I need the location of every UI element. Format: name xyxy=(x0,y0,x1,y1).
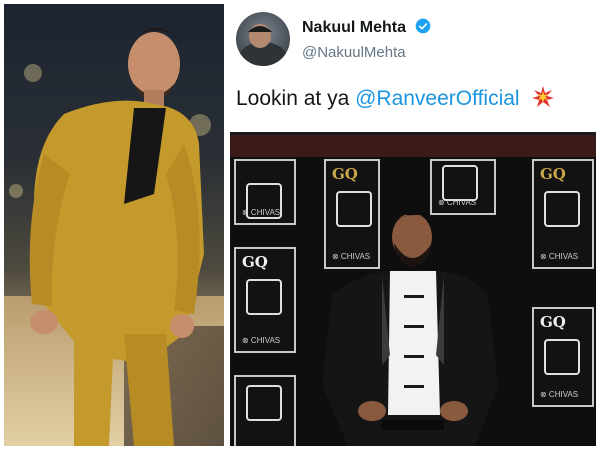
tweet-card: Nakuul Mehta @NakuulMehta Lookin at ya @… xyxy=(230,4,596,446)
gq-backdrop-panel: GQ ⊗ CHIVAS xyxy=(532,307,594,407)
mention-link[interactable]: @RanveerOfficial xyxy=(355,87,520,110)
tweet-text: Lookin at ya @RanveerOfficial xyxy=(236,85,555,111)
gq-logo-text: GQ xyxy=(332,165,358,183)
gq-logo-text: GQ xyxy=(540,165,566,183)
gq-backdrop-panel: GQ ⊗ CHIVAS xyxy=(532,159,594,269)
man-in-black-suit xyxy=(322,215,498,446)
media-top-strip xyxy=(230,135,596,157)
men-of-the-year-logo xyxy=(246,385,282,421)
collision-sparkle-icon xyxy=(532,86,555,107)
man-in-mustard-suit xyxy=(29,27,204,446)
avatar[interactable] xyxy=(236,12,290,66)
men-of-the-year-logo xyxy=(442,165,478,201)
men-of-the-year-logo xyxy=(544,191,580,227)
verified-badge-icon xyxy=(416,18,431,34)
chivas-logo-text: ⊗ CHIVAS xyxy=(242,208,281,217)
chivas-logo-text: ⊗ CHIVAS xyxy=(438,198,477,207)
display-name-text[interactable]: Nakuul Mehta xyxy=(302,19,406,36)
gq-logo-text: GQ xyxy=(242,253,268,271)
gq-backdrop-panel: GQ ⊗ CHIVAS xyxy=(234,247,296,353)
gq-backdrop-panel: ⊗ CHIVAS xyxy=(430,159,496,215)
gq-logo-text: GQ xyxy=(540,313,566,331)
gq-backdrop-panel xyxy=(234,375,296,446)
chivas-logo-text: ⊗ CHIVAS xyxy=(242,336,281,345)
chivas-logo-text: ⊗ CHIVAS xyxy=(540,252,579,261)
men-of-the-year-logo xyxy=(544,339,580,375)
men-of-the-year-logo xyxy=(246,279,282,315)
tweet-media-photo[interactable]: ⊗ CHIVAS GQ ⊗ CHIVAS ⊗ CHIVAS GQ ⊗ CHIVA… xyxy=(230,132,596,446)
user-handle[interactable]: @NakuulMehta xyxy=(302,44,406,61)
tweet-text-body: Lookin at ya xyxy=(236,87,350,110)
display-name[interactable]: Nakuul Mehta xyxy=(302,18,431,37)
left-photo xyxy=(4,4,224,446)
gq-backdrop-panel: ⊗ CHIVAS xyxy=(234,159,296,225)
avatar-image xyxy=(239,24,287,66)
chivas-logo-text: ⊗ CHIVAS xyxy=(540,390,579,399)
